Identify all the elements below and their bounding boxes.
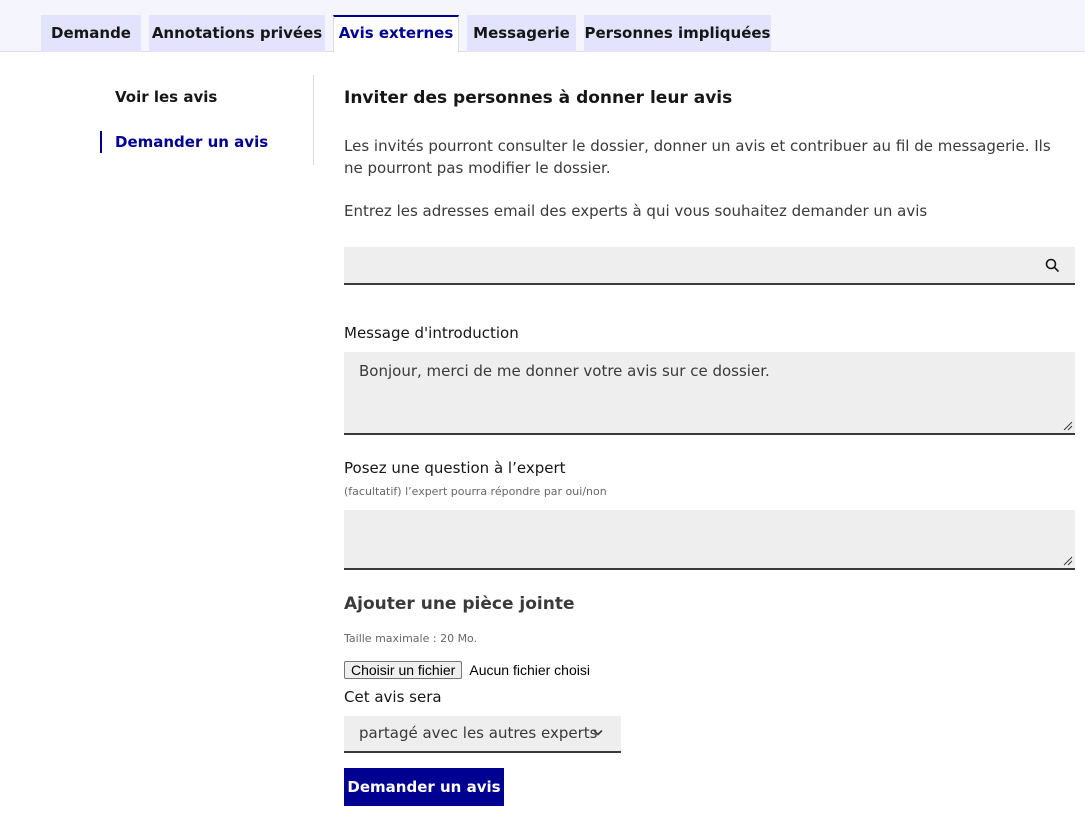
- share-selected-value: partagé avec les autres experts: [359, 724, 598, 742]
- emails-input[interactable]: [344, 247, 1034, 283]
- side-item-demander-un-avis[interactable]: Demander un avis: [100, 131, 268, 153]
- file-input: Choisir un fichier Aucun fichier choisi: [344, 659, 590, 679]
- tab-personnes-impliquees[interactable]: Personnes impliquées: [584, 15, 771, 52]
- message-textarea[interactable]: Bonjour, merci de me donner votre avis s…: [344, 352, 1075, 435]
- tab-annotations-privees[interactable]: Annotations privées: [149, 15, 325, 52]
- submit-button[interactable]: Demander un avis: [344, 768, 504, 806]
- message-label: Message d'introduction: [344, 324, 519, 342]
- search-icon[interactable]: [1045, 258, 1059, 272]
- message-text: Bonjour, merci de me donner votre avis s…: [359, 362, 770, 380]
- share-label: Cet avis sera: [344, 688, 442, 706]
- side-item-voir-les-avis[interactable]: Voir les avis: [100, 86, 217, 108]
- tab-avis-externes[interactable]: Avis externes: [333, 15, 459, 53]
- emails-search-field[interactable]: [344, 247, 1075, 285]
- question-hint: (facultatif) l’expert pourra répondre pa…: [344, 485, 607, 498]
- question-textarea[interactable]: [344, 510, 1075, 570]
- form-intro: Les invités pourront consulter le dossie…: [344, 137, 1051, 177]
- tab-messagerie[interactable]: Messagerie: [467, 15, 576, 52]
- question-label: Posez une question à l’expert: [344, 459, 566, 477]
- emails-label: Entrez les adresses email des experts à …: [344, 202, 928, 220]
- form-title: Inviter des personnes à donner leur avis: [344, 88, 733, 108]
- attachment-size-hint: Taille maximale : 20 Mo.: [344, 632, 478, 645]
- share-select[interactable]: partagé avec les autres experts: [344, 716, 621, 753]
- chevron-down-icon: [593, 730, 603, 736]
- side-menu: Voir les avis Demander un avis: [100, 75, 314, 165]
- tab-bar: Demande Annotations privées Avis externe…: [0, 0, 1085, 53]
- choose-file-button[interactable]: Choisir un fichier: [344, 660, 463, 679]
- file-status: Aucun fichier choisi: [469, 661, 590, 678]
- attachment-title: Ajouter une pièce jointe: [344, 594, 575, 614]
- tab-demande[interactable]: Demande: [41, 15, 141, 52]
- resize-handle-icon[interactable]: [1063, 421, 1073, 431]
- resize-handle-icon[interactable]: [1063, 556, 1073, 566]
